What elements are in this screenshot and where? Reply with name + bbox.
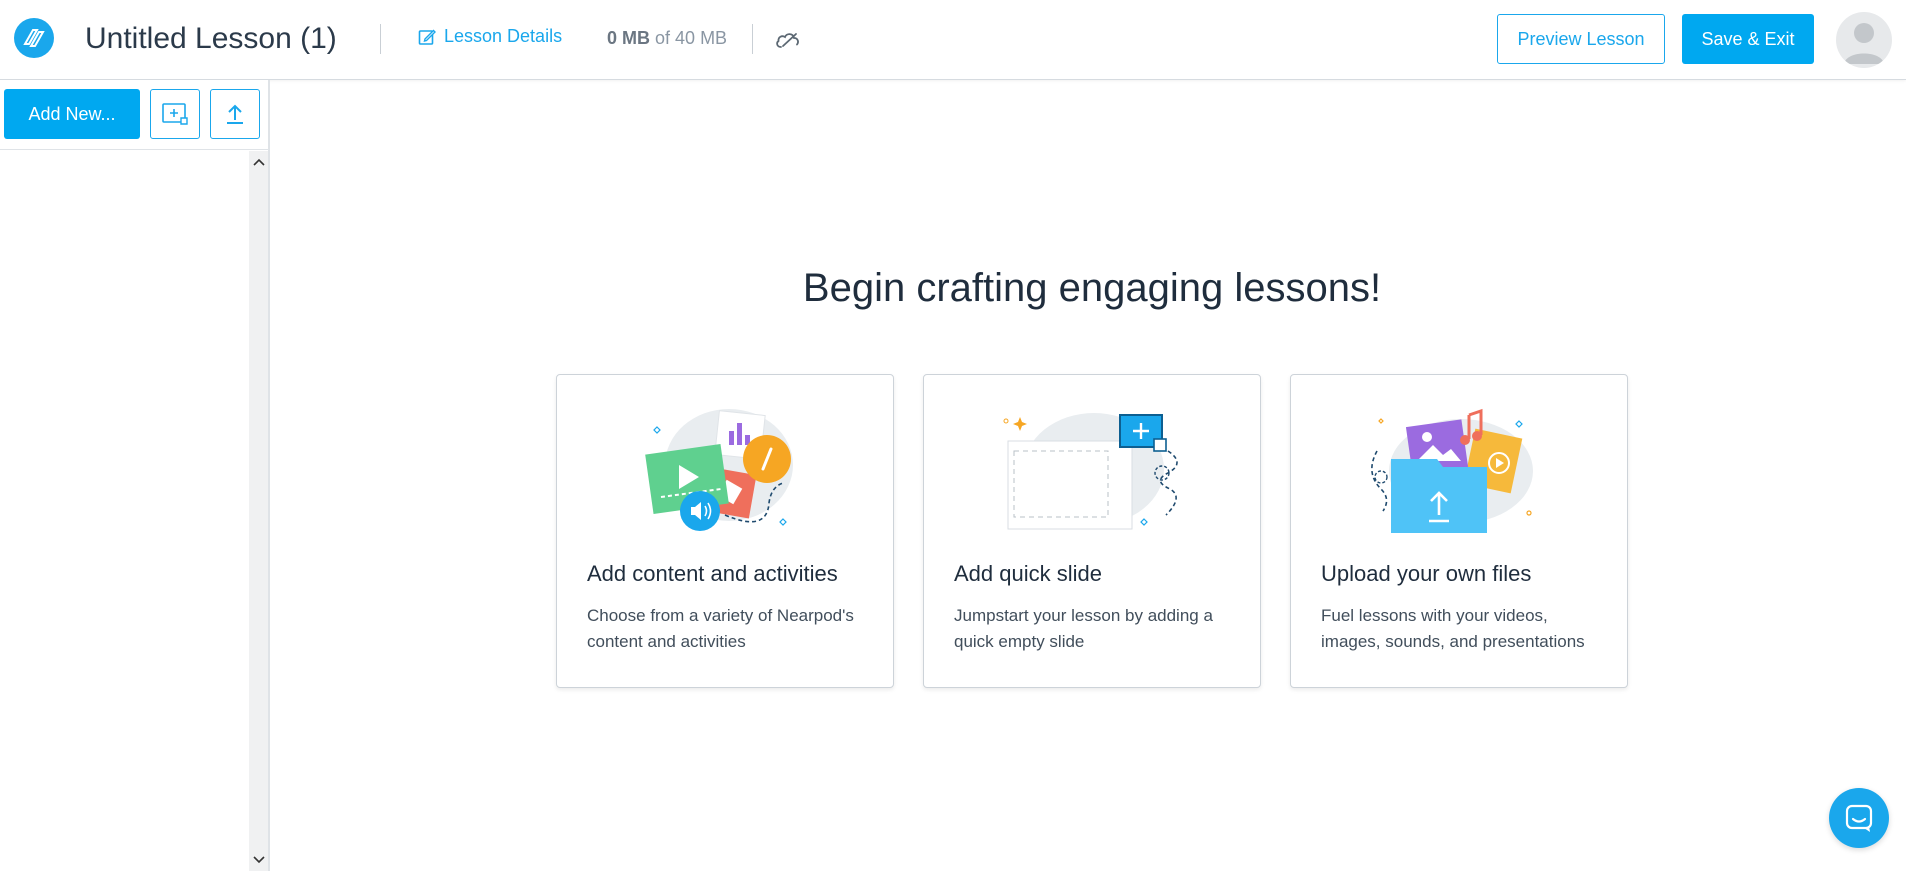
- lesson-details-link[interactable]: Lesson Details: [418, 26, 562, 47]
- top-header: Untitled Lesson (1) Lesson Details 0 MB …: [0, 0, 1906, 80]
- sidebar-scrollbar[interactable]: [249, 151, 268, 871]
- nearpod-logo-icon[interactable]: [14, 18, 54, 58]
- chevron-down-icon[interactable]: [249, 851, 268, 869]
- card-description: Fuel lessons with your videos, images, s…: [1321, 606, 1585, 651]
- save-exit-button[interactable]: Save & Exit: [1682, 14, 1814, 64]
- chevron-up-icon[interactable]: [249, 153, 268, 171]
- storage-used: 0 MB: [607, 28, 651, 48]
- card-title: Upload your own files: [1321, 561, 1532, 586]
- page-heading: Begin crafting engaging lessons!: [802, 266, 1382, 310]
- lesson-title[interactable]: Untitled Lesson (1): [85, 20, 337, 58]
- add-slide-icon: [162, 103, 188, 125]
- upload-files-card[interactable]: Upload your own files Fuel lessons with …: [1290, 374, 1628, 688]
- add-quick-slide-card[interactable]: Add quick slide Jumpstart your lesson by…: [923, 374, 1261, 688]
- upload-files-illustration: [1351, 403, 1569, 535]
- cloud-sync-icon: [774, 26, 802, 54]
- card-description: Choose from a variety of Nearpod's conte…: [587, 606, 854, 651]
- sidebar-toolbar: Add New...: [0, 80, 268, 150]
- edit-icon: [418, 29, 436, 45]
- header-divider: [752, 24, 753, 54]
- card-title: Add content and activities: [587, 561, 838, 586]
- add-content-card[interactable]: Add content and activities Choose from a…: [556, 374, 894, 688]
- chat-icon: [1845, 804, 1873, 832]
- avatar-icon[interactable]: [1836, 12, 1892, 68]
- add-new-button[interactable]: Add New...: [4, 89, 140, 139]
- add-quick-slide-button[interactable]: [150, 89, 200, 139]
- storage-indicator: 0 MB of 40 MB: [607, 28, 727, 49]
- chat-launcher-button[interactable]: [1829, 788, 1889, 848]
- main-canvas: Begin crafting engaging lessons! Add con…: [272, 80, 1906, 871]
- lesson-details-label: Lesson Details: [444, 26, 563, 46]
- header-divider: [380, 24, 381, 54]
- card-title: Add quick slide: [954, 561, 1102, 586]
- slide-sidebar: Add New...: [0, 80, 270, 871]
- preview-lesson-button[interactable]: Preview Lesson: [1497, 14, 1665, 64]
- content-activities-illustration: [617, 403, 835, 533]
- app-root: Untitled Lesson (1) Lesson Details 0 MB …: [0, 0, 1906, 871]
- quick-slide-illustration: [984, 403, 1202, 533]
- upload-icon: [227, 104, 243, 124]
- storage-total: of 40 MB: [655, 28, 728, 48]
- card-description: Jumpstart your lesson by adding a quick …: [954, 606, 1213, 651]
- upload-files-button[interactable]: [210, 89, 260, 139]
